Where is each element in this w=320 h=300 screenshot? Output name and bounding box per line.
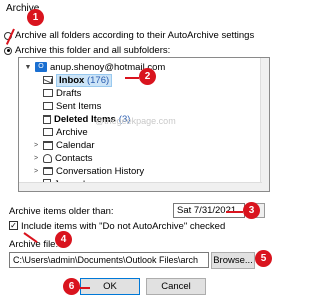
vertical-scrollbar[interactable] <box>260 58 269 191</box>
tree-item-calendar[interactable]: > Calendar <box>32 139 95 151</box>
calendar-label: Calendar <box>56 139 95 151</box>
tree-item-conversation-history[interactable]: > Conversation History <box>32 165 144 177</box>
annotation-badge-2: 2 <box>139 68 156 85</box>
outlook-account-icon: O <box>35 62 47 72</box>
include-do-not-autoarchive-checkbox[interactable]: ✓ <box>9 221 18 230</box>
inbox-icon <box>43 76 53 84</box>
annotation-badge-4: 4 <box>55 231 72 248</box>
drafts-icon <box>43 89 53 97</box>
cancel-button[interactable]: Cancel <box>146 278 206 295</box>
trash-icon <box>43 114 51 124</box>
horizontal-scrollbar[interactable] <box>19 182 262 191</box>
include-do-not-autoarchive-label: Include items with "Do not AutoArchive" … <box>21 221 226 232</box>
sent-items-label: Sent Items <box>56 100 102 112</box>
tree-item-sent-items[interactable]: Sent Items <box>43 100 101 112</box>
annotation-badge-1: 1 <box>27 9 44 26</box>
annotation-arrow <box>125 77 139 79</box>
archive-all-option[interactable]: Archive all folders according to their A… <box>4 30 254 41</box>
collapsed-arrow-icon[interactable]: > <box>32 155 40 162</box>
archive-label: Archive <box>56 126 88 138</box>
inbox-count: (176) <box>86 74 110 86</box>
archive-this-folder-option[interactable]: Archive this folder and all subfolders: <box>4 45 170 56</box>
contacts-label: Contacts <box>55 152 93 164</box>
drafts-label: Drafts <box>56 87 82 99</box>
calendar-icon <box>43 140 53 150</box>
contacts-icon <box>43 153 52 163</box>
archive-dialog: Archive Archive all folders according to… <box>0 0 275 300</box>
browse-button[interactable]: Browse... <box>211 252 255 269</box>
annotation-arrow <box>226 211 243 213</box>
tree-item-archive[interactable]: Archive <box>43 126 88 138</box>
inbox-label: Inbox <box>59 74 85 86</box>
tree-item-contacts[interactable]: > Contacts <box>32 152 93 164</box>
archive-this-folder-radio[interactable] <box>4 46 12 55</box>
archive-this-folder-label: Archive this folder and all subfolders: <box>15 45 171 56</box>
archive-all-label: Archive all folders according to their A… <box>15 30 255 41</box>
collapsed-arrow-icon[interactable]: > <box>32 142 40 149</box>
annotation-badge-5: 5 <box>255 250 272 267</box>
collapsed-arrow-icon[interactable]: > <box>32 168 40 175</box>
older-than-label: Archive items older than: <box>9 206 114 217</box>
annotation-badge-6: 6 <box>63 278 80 295</box>
annotation-badge-3: 3 <box>243 202 260 219</box>
tree-item-drafts[interactable]: Drafts <box>43 87 81 99</box>
folder-icon <box>43 167 53 175</box>
expand-arrow-icon[interactable]: ▼ <box>24 64 32 71</box>
sent-items-icon <box>43 102 53 110</box>
watermark: @thegeekpage.com <box>95 116 176 126</box>
archive-file-path-field[interactable]: C:\Users\admin\Documents\Outlook Files\a… <box>9 252 209 268</box>
conversation-history-label: Conversation History <box>56 165 145 177</box>
archive-folder-icon <box>43 128 53 136</box>
inbox-selection: Inbox (176) <box>56 73 113 87</box>
tree-item-inbox[interactable]: Inbox (176) <box>43 73 113 87</box>
